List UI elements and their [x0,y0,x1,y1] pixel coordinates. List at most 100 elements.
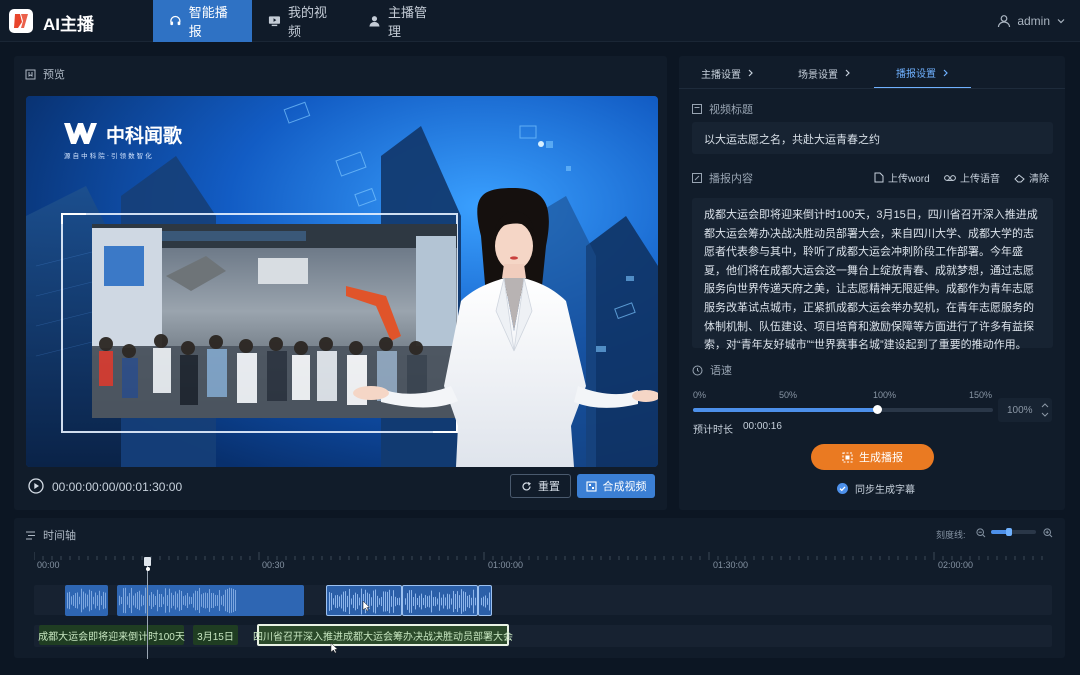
chevron-right-icon [943,69,948,76]
speed-label: 语速 [692,362,732,378]
waveform-bar [133,595,134,606]
waveform-bar [105,592,106,609]
speed-tick: 50% [779,390,798,400]
app-logo[interactable] [9,9,33,33]
waveform [405,589,476,614]
waveform-bar [451,598,452,605]
zoom-slider-knob[interactable] [1006,528,1012,536]
timeline-title: 时间轴 [43,530,76,542]
headset-icon [170,15,181,26]
waveform-bar [219,590,220,611]
play-button[interactable] [28,478,44,494]
clear-button[interactable]: 清除 [1014,170,1049,185]
playhead-handle[interactable] [144,557,151,566]
waveform-bar [163,596,164,605]
waveform-bar [181,590,182,611]
waveform-bar [171,592,172,609]
waveform-bar [447,593,448,610]
upload-word-button[interactable]: 上传word [874,170,930,185]
check-circle-icon [837,483,848,494]
audio-clip[interactable] [402,585,478,616]
video-title-input[interactable]: 以大运志愿之名，共赴大运青春之约 [692,122,1053,154]
compose-video-button[interactable]: 合成视频 [577,474,655,498]
zoom-in-button[interactable] [1043,527,1053,541]
waveform-bar [119,595,120,606]
clock-icon [692,365,703,375]
tab-label: 主播设置 [701,69,741,81]
waveform-bar [213,593,214,608]
subtitle-clip[interactable]: 3月15日 [193,625,238,645]
waveform [119,587,236,614]
waveform-bar [473,589,474,614]
zoom-slider[interactable] [991,528,1036,536]
generate-broadcast-button[interactable]: 生成播报 [811,444,934,470]
waveform-bar [437,598,438,605]
waveform-bar [203,593,204,608]
ruler-label: 00:30 [262,560,285,570]
voice-icon [944,174,956,181]
brand-name: 中科闻歌 [106,124,183,147]
waveform-bar [441,597,442,606]
sync-subtitle-checkbox[interactable]: 同步生成字幕 [837,481,915,496]
speed-stepper[interactable] [1040,401,1050,419]
speed-tick: 150% [969,390,993,400]
waveform-bar [329,592,330,611]
tab-smart-broadcast[interactable]: 智能播报 [153,0,252,42]
tab-label: 智能播报 [188,5,228,39]
video-preview[interactable]: 中科闻歌 源 自 中 科 院 · 引 领 数 智 化 [26,96,658,467]
waveform-bar [179,589,180,612]
waveform-bar [121,596,122,605]
waveform-bar [357,594,358,609]
playhead-dot [146,567,150,571]
waveform-bar [209,589,210,612]
waveform-bar [189,596,190,605]
waveform-bar [123,588,124,613]
compose-label: 合成视频 [602,481,647,493]
waveform-bar [343,591,344,612]
waveform-bar [475,597,476,606]
subtitle-clip[interactable]: 成都大运会即将迎来倒计时100天 [38,625,185,645]
reset-button[interactable]: 重置 [510,474,571,498]
waveform-bar [67,592,68,609]
waveform-bar [173,595,174,606]
upload-voice-button[interactable]: 上传语音 [944,170,1000,185]
waveform-bar [395,596,396,607]
speed-slider[interactable] [693,405,993,414]
broadcast-content-textarea[interactable]: 成都大运会即将迎来倒计时100天，3月15日，四川省召开深入推进成都大运会筹办决… [692,198,1053,351]
playhead[interactable] [147,557,148,659]
waveform-bar [465,592,466,611]
waveform-bar [383,591,384,612]
waveform-bar [423,597,424,606]
waveform-bar [431,590,432,613]
tab-anchor-management[interactable]: 主播管理 [352,0,452,42]
waveform-bar [355,592,356,611]
clear-label: 清除 [1029,174,1049,185]
waveform-bar [139,590,140,611]
speed-slider-knob[interactable] [873,405,882,414]
waveform-bar [183,596,184,605]
video-title-label: 视频标题 [692,101,753,117]
stepper-arrows-icon [1041,403,1049,417]
tab-scene-settings[interactable]: 场景设置 [776,58,873,88]
waveform-bar [85,593,86,608]
audio-clip[interactable] [117,585,304,616]
video-title-label-text: 视频标题 [709,104,753,116]
waveform-bar [167,595,168,606]
audio-clip[interactable] [478,585,492,616]
waveform-bar [455,593,456,610]
tab-my-videos[interactable]: 我的视频 [252,0,352,42]
tab-broadcast-settings[interactable]: 播报设置 [874,58,971,88]
zoom-out-button[interactable] [976,527,986,541]
speed-tick: 100% [873,390,897,400]
preview-header: 预览 [25,66,65,82]
waveform-bar [81,588,82,613]
waveform-bar [153,594,154,607]
audio-clip[interactable] [65,585,108,616]
tab-anchor-settings[interactable]: 主播设置 [679,58,776,88]
waveform-bar [193,593,194,608]
waveform-bar [399,597,400,606]
subtitle-clip-selected[interactable]: 四川省召开深入推进成都大运会筹办决战决胜动员部署大会 [253,624,513,646]
chevron-right-icon [845,69,850,77]
user-menu[interactable]: admin [997,0,1066,42]
waveform-bar [335,595,336,608]
